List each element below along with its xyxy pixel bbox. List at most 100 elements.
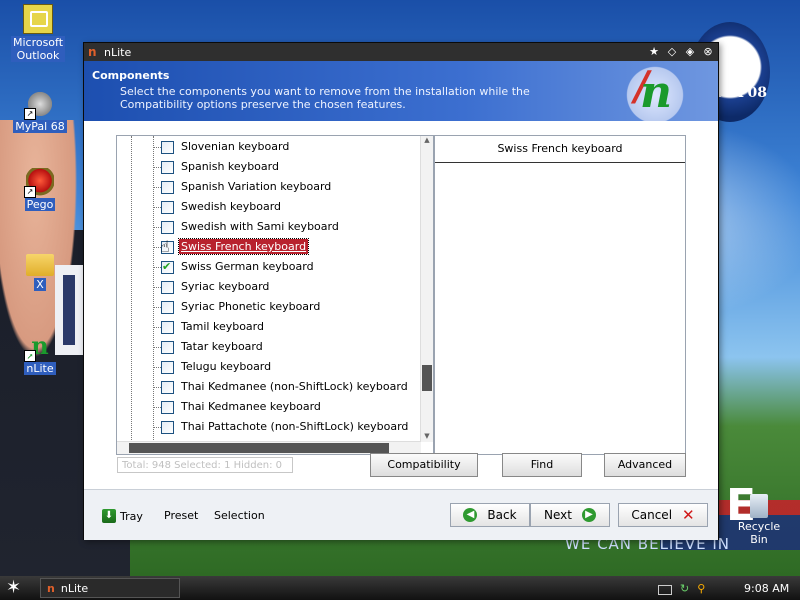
- maximize-icon[interactable]: ◈: [682, 45, 698, 59]
- checkbox[interactable]: [161, 201, 174, 214]
- compatibility-button[interactable]: Compatibility: [370, 453, 478, 477]
- tree-item-label: Swedish with Sami keyboard: [181, 220, 339, 233]
- tree-item[interactable]: Spanish keyboard: [117, 158, 417, 178]
- page-title: Components: [92, 69, 170, 82]
- window-title: nLite: [104, 45, 132, 59]
- taskbar-task-label: nLite: [60, 581, 89, 595]
- desktop-icon-recycle-bin[interactable]: Recycle Bin: [729, 494, 789, 546]
- close-icon[interactable]: ⊗: [700, 45, 716, 59]
- checkbox[interactable]: [161, 161, 174, 174]
- tree-item-label: Spanish keyboard: [181, 160, 279, 173]
- tree-item-label: Swiss German keyboard: [181, 260, 314, 273]
- checkbox[interactable]: [161, 181, 174, 194]
- tree-item-label: Syriac keyboard: [181, 280, 270, 293]
- checkbox[interactable]: [161, 321, 174, 334]
- cancel-button[interactable]: Cancel ✕: [618, 503, 708, 527]
- clock: 9:08 AM: [744, 582, 790, 595]
- window-titlebar[interactable]: n nLite ★ ◇ ◈ ⊗: [84, 43, 718, 61]
- recycle-bin-icon: [750, 494, 768, 518]
- network-icon[interactable]: ↻: [680, 582, 689, 595]
- scroll-down-icon[interactable]: ▼: [421, 432, 433, 442]
- back-button[interactable]: ◀ Back: [450, 503, 530, 527]
- desktop-icon-label: Microsoft Outlook: [10, 36, 66, 62]
- checkbox[interactable]: [161, 141, 174, 154]
- nlite-window: n nLite ★ ◇ ◈ ⊗ Components Select the co…: [83, 42, 719, 540]
- start-button[interactable]: ✶: [6, 577, 21, 598]
- taskbar: ✶ n nLite ↻ ⚲ 9:08 AM: [0, 576, 800, 600]
- tree-item[interactable]: Syriac keyboard: [117, 278, 417, 298]
- next-button[interactable]: Next ▶: [530, 503, 610, 527]
- tree-item[interactable]: Tamil keyboard: [117, 318, 417, 338]
- checkbox[interactable]: [161, 381, 174, 394]
- tree-item[interactable]: Spanish Variation keyboard: [117, 178, 417, 198]
- tree-item-label: Thai Pattachote (non-ShiftLock) keyboard: [181, 420, 409, 433]
- tree-item-label: Tamil keyboard: [181, 320, 264, 333]
- keyboard-icon[interactable]: [658, 585, 672, 595]
- pin-icon[interactable]: ★: [646, 45, 662, 59]
- tree-item-label: Swedish keyboard: [181, 200, 282, 213]
- tree-item[interactable]: Swiss German keyboard: [117, 258, 417, 278]
- info-title: Swiss French keyboard: [497, 142, 623, 155]
- hand-cursor-icon: ☝: [160, 237, 170, 256]
- minimize-icon[interactable]: ◇: [664, 45, 680, 59]
- checkbox[interactable]: [161, 221, 174, 234]
- tree-status: Total: 948 Selected: 1 Hidden: 0: [117, 457, 293, 473]
- nlite-task-icon: n: [47, 581, 55, 595]
- scrollbar-thumb[interactable]: [129, 443, 389, 453]
- star-icon: ✶: [6, 577, 22, 598]
- page-header: Components Select the components you wan…: [84, 61, 718, 121]
- find-button[interactable]: Find: [502, 453, 582, 477]
- system-tray: ↻ ⚲: [658, 578, 705, 598]
- next-arrow-icon: ▶: [581, 508, 596, 522]
- desktop-icon-mypal[interactable]: ↗ MyPal 68: [10, 90, 70, 133]
- checkbox[interactable]: [161, 401, 174, 414]
- nlite-icon: n ↗: [24, 332, 54, 362]
- next-label: Next: [544, 508, 572, 522]
- tree-item[interactable]: Slovenian keyboard: [117, 138, 417, 158]
- nlite-app-icon: n: [88, 45, 97, 59]
- tree-item-label: Telugu keyboard: [181, 360, 272, 373]
- preset-button[interactable]: Preset: [164, 509, 198, 522]
- nlite-logo: / n: [620, 63, 690, 121]
- tray-button[interactable]: ⬇ Tray: [102, 509, 143, 523]
- desktop-icon-label: Pego: [24, 198, 56, 211]
- tree-item[interactable]: Syriac Phonetic keyboard: [117, 298, 417, 318]
- tray-label: Tray: [120, 509, 143, 523]
- checkbox[interactable]: [161, 341, 174, 354]
- search-icon[interactable]: ⚲: [697, 582, 705, 595]
- checkbox[interactable]: [161, 421, 174, 434]
- component-info-panel: Swiss French keyboard: [434, 135, 686, 455]
- desktop-icon-pego[interactable]: ↗ Pego: [10, 168, 70, 211]
- page-description: Select the components you want to remove…: [120, 85, 530, 111]
- tree-item[interactable]: Swedish keyboard: [117, 198, 417, 218]
- desktop-icon-nlite[interactable]: n ↗ nLite: [10, 332, 70, 375]
- desktop-icon-outlook[interactable]: Microsoft Outlook: [8, 4, 68, 62]
- desktop-icon-label: MyPal 68: [13, 120, 67, 133]
- advanced-button[interactable]: Advanced: [604, 453, 686, 477]
- tree-item-label: Thai Kedmanee keyboard: [181, 400, 321, 413]
- tree-item[interactable]: Tatar keyboard: [117, 338, 417, 358]
- shortcut-arrow-icon: ↗: [24, 108, 36, 120]
- tree-item[interactable]: Thai Kedmanee (non-ShiftLock) keyboard: [117, 378, 417, 398]
- components-tree[interactable]: Slovenian keyboard Spanish keyboard Spanis…: [116, 135, 434, 455]
- desktop-icon-folder[interactable]: X: [10, 250, 70, 291]
- tree-item[interactable]: Telugu keyboard: [117, 358, 417, 378]
- scroll-up-icon[interactable]: ▲: [421, 136, 433, 146]
- selection-button[interactable]: Selection: [214, 509, 265, 522]
- checkbox[interactable]: [161, 301, 174, 314]
- back-arrow-icon: ◀: [463, 508, 478, 522]
- outlook-icon: [23, 4, 53, 34]
- tree-item[interactable]: Thai Kedmanee keyboard: [117, 398, 417, 418]
- checkbox-checked[interactable]: [161, 260, 174, 274]
- tree-item-label: Syriac Phonetic keyboard: [181, 300, 321, 313]
- checkbox[interactable]: [161, 361, 174, 374]
- tree-vertical-scrollbar[interactable]: ▲ ▼: [420, 136, 433, 442]
- tree-item[interactable]: Thai Pattachote (non-ShiftLock) keyboard: [117, 418, 417, 438]
- mypal-icon: ↗: [24, 90, 54, 120]
- scrollbar-thumb[interactable]: [422, 365, 432, 391]
- tree-item[interactable]: Swedish with Sami keyboard: [117, 218, 417, 238]
- desktop-icon-label: nLite: [24, 362, 56, 375]
- shortcut-arrow-icon: ↗: [24, 350, 36, 362]
- taskbar-task-nlite[interactable]: n nLite: [40, 578, 180, 598]
- checkbox[interactable]: [161, 281, 174, 294]
